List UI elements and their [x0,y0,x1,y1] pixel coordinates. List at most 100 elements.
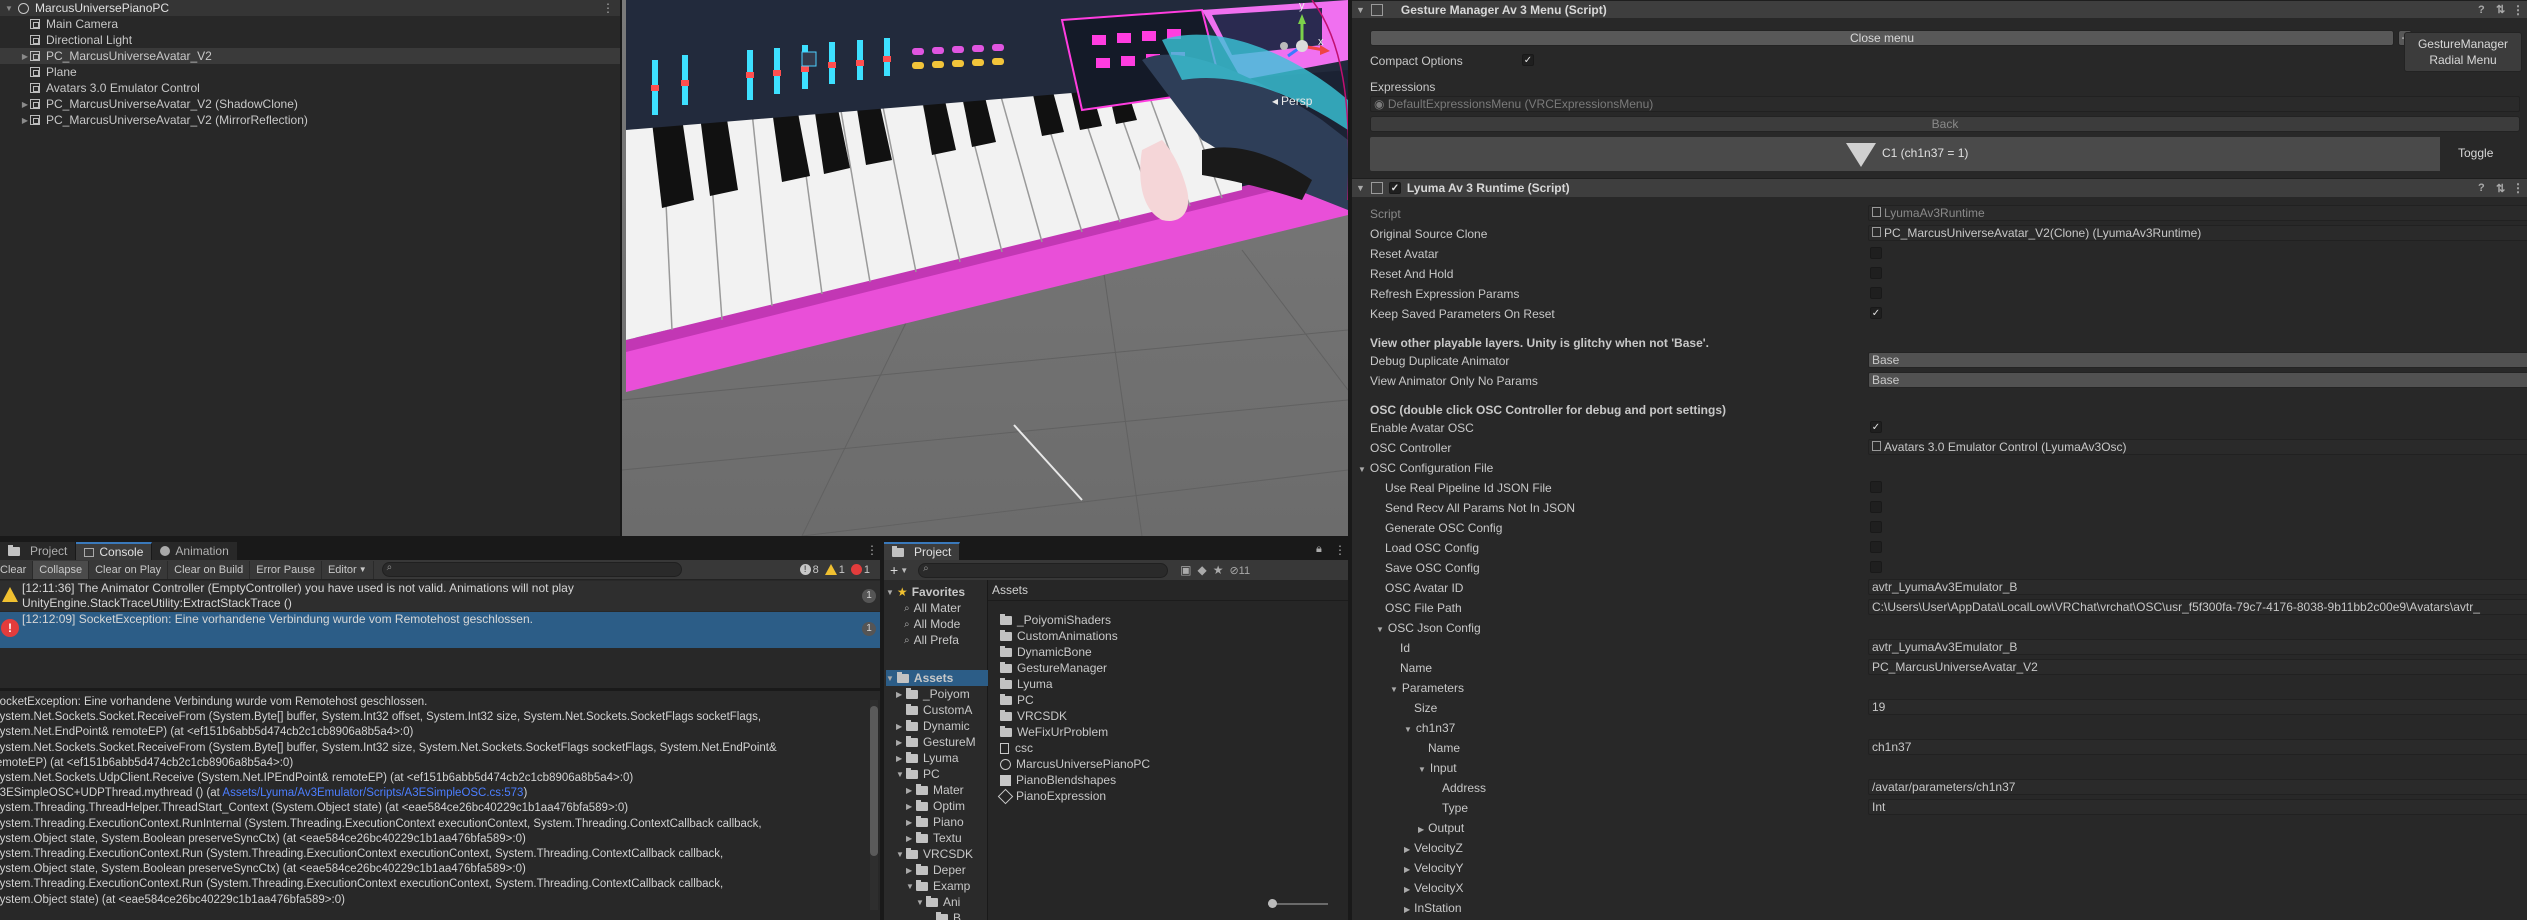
project-file-item[interactable]: DynamicBone [1000,644,1092,660]
expand-arrow-icon[interactable]: ▼ [906,882,916,891]
expand-arrow-icon[interactable]: ▶ [906,802,916,811]
project-breadcrumb[interactable]: Assets [992,583,1028,597]
console-search-input[interactable]: ⌕ [381,562,682,577]
hierarchy-item[interactable]: ▶ PC_MarcusUniverseAvatar_V2 [0,48,620,64]
project-menu-icon[interactable]: ⋮ [1334,543,1346,557]
hierarchy-root[interactable]: ▼ MarcusUniversePianoPC ⋮ [0,0,620,16]
enable-osc-checkbox[interactable]: ✓ [1870,421,1882,433]
search-by-label-icon[interactable]: ◆ [1197,563,1206,577]
search-by-type-icon[interactable]: ▣ [1180,563,1191,577]
param-foldout[interactable]: ▼ ch1n37 [1404,721,1455,735]
osc-config-checkbox[interactable] [1870,481,1882,493]
help-icon[interactable]: ? [2478,4,2485,16]
stacktrace-link[interactable]: Assets/Lyuma/Av3Emulator/Scripts/A3ESimp… [222,787,523,799]
expand-arrow-icon[interactable]: ▶ [906,818,916,827]
folder-tree-item[interactable]: ▼ PC [896,766,940,782]
expand-arrow-icon[interactable]: ▶ [20,52,30,61]
component-enabled-checkbox[interactable]: ✓ [1388,182,1401,194]
tab-console[interactable]: Console [76,542,153,560]
error-pause-toggle[interactable]: Error Pause [250,560,322,579]
project-search-input[interactable]: ⌕ [918,562,1169,578]
component-menu-icon[interactable]: ⋮ [2512,181,2524,195]
expand-arrow-icon[interactable]: ▶ [20,100,30,109]
osc-config-foldout[interactable]: ▼ OSC Configuration File [1358,461,1493,475]
json-id-input[interactable]: avtr_LyumaAv3Emulator_B [1868,639,2527,655]
create-plus-icon[interactable]: + [890,562,898,578]
folder-tree-item[interactable]: ▶ Textu [906,830,962,846]
project-file-item[interactable]: _PoiyomiShaders [1000,612,1111,628]
clear-on-play-toggle[interactable]: Clear on Play [89,560,169,579]
param-foldout[interactable]: ▶ VelocityZ [1404,841,1463,855]
console-entry-error[interactable]: ! [12:12:09] SocketException: Eine vorha… [0,612,880,648]
clear-button[interactable]: Clear [0,560,34,579]
expand-arrow-icon[interactable]: ▶ [896,690,906,699]
log-filter-toggle[interactable]: ! 8 [799,564,819,576]
gm-component-header[interactable]: ▼ Gesture Manager Av 3 Menu (Script) ? ⇅… [1352,0,2527,18]
parameters-foldout[interactable]: ▼ Parameters [1390,681,1464,695]
project-file-item[interactable]: CustomAnimations [1000,628,1118,644]
scene-gizmo[interactable]: y x [1272,0,1332,76]
project-file-item[interactable]: WeFixUrProblem [1000,724,1108,740]
component-menu-icon[interactable]: ⋮ [2512,3,2524,17]
field-checkbox[interactable] [1870,247,1882,259]
persp-toggle[interactable]: ◂ Persp [1272,94,1312,108]
icon-size-slider[interactable] [1268,899,1328,908]
console-menu-icon[interactable]: ⋮ [866,543,878,557]
osc-file-path-input[interactable]: C:\Users\User\AppData\LocalLow\VRChat\vr… [1868,599,2527,615]
project-file-item[interactable]: GestureManager [1000,660,1107,676]
project-file-item[interactable]: PianoExpression [997,788,1106,804]
expand-arrow-icon[interactable]: ▼ [886,674,894,683]
preset-icon[interactable]: ⇅ [2496,182,2505,195]
project-file-item[interactable]: PC [1000,692,1034,708]
hierarchy-item[interactable]: Avatars 3.0 Emulator Control [0,80,620,96]
osc-config-checkbox[interactable] [1870,501,1882,513]
param-foldout[interactable]: ▶ InStation [1404,901,1462,915]
object-field[interactable]: PC_MarcusUniverseAvatar_V2(Clone) (Lyuma… [1868,225,2527,241]
address-input[interactable]: /avatar/parameters/ch1n37 [1868,779,2527,795]
project-file-item[interactable]: VRCSDK [1000,708,1067,724]
osc-json-foldout[interactable]: ▼ OSC Json Config [1376,621,1481,635]
hierarchy-item[interactable]: Directional Light [0,32,620,48]
project-file-item[interactable]: Lyuma [1000,676,1053,692]
folder-tree-item[interactable]: ▶ Deper [906,862,966,878]
collapse-toggle[interactable]: Collapse [33,560,90,579]
expand-arrow-icon[interactable]: ▶ [906,834,916,843]
view-animator-dropdown[interactable]: Base▼ [1868,372,2527,388]
folder-tree-item[interactable]: ▶ Piano [906,814,964,830]
console-scrollbar[interactable] [870,700,878,910]
gm-radial-menu-button[interactable]: GestureManager Radial Menu [2404,32,2522,72]
folder-tree-item[interactable]: ▶ GestureM [896,734,976,750]
folder-tree-item[interactable]: ▶ Lyuma [896,750,959,766]
input-foldout[interactable]: ▼ Input [1418,761,1457,775]
osc-avatar-id-input[interactable]: avtr_LyumaAv3Emulator_B [1868,579,2527,595]
radial-toggle-row[interactable]: C1 (ch1n37 = 1) Toggle [1370,137,2522,171]
expand-arrow-icon[interactable]: ▼ [896,770,906,779]
project-file-item[interactable]: csc [1000,740,1033,756]
field-checkbox[interactable]: ✓ [1870,307,1882,319]
favorite-star-icon[interactable]: ★ [1213,563,1224,577]
folder-tree-item[interactable]: ▼ Ani [916,894,960,910]
expand-arrow-icon[interactable]: ▶ [906,786,916,795]
parameters-size-input[interactable]: 19 [1868,699,2527,715]
clear-on-build-toggle[interactable]: Clear on Build [168,560,251,579]
param-foldout[interactable]: ▶ VelocityY [1404,861,1464,875]
compact-options-checkbox[interactable]: ✓ [1522,54,1534,66]
editor-dropdown[interactable]: Editor ▼ [322,560,374,579]
output-foldout[interactable]: ▶ Output [1418,821,1464,835]
lock-icon[interactable]: 🔒︎ [1316,543,1322,556]
folder-tree-item[interactable]: ▶ _Poiyom [896,686,970,702]
lyuma-component-header[interactable]: ▼ ✓ Lyuma Av 3 Runtime (Script) ? ⇅ ⋮ [1352,178,2527,197]
tab-project[interactable]: Project [884,542,961,560]
folder-tree-item[interactable]: B [926,910,961,920]
assets-root[interactable]: ▼ Assets [886,670,988,686]
close-menu-button[interactable]: Close menu [1370,30,2394,46]
favorites-header[interactable]: ▼ ★ Favorites [886,584,965,600]
warning-filter-toggle[interactable]: 1 [824,564,845,576]
json-name-input[interactable]: PC_MarcusUniverseAvatar_V2 [1868,659,2527,675]
folder-tree-item[interactable]: ▶ Mater [906,782,964,798]
param-name-input[interactable]: ch1n37 [1868,739,2527,755]
help-icon[interactable]: ? [2478,182,2485,194]
scene-view[interactable]: y x ◂ Persp [622,0,1348,536]
expand-arrow-icon[interactable]: ▶ [896,722,906,731]
foldout-arrow-icon[interactable]: ▼ [1356,5,1365,15]
